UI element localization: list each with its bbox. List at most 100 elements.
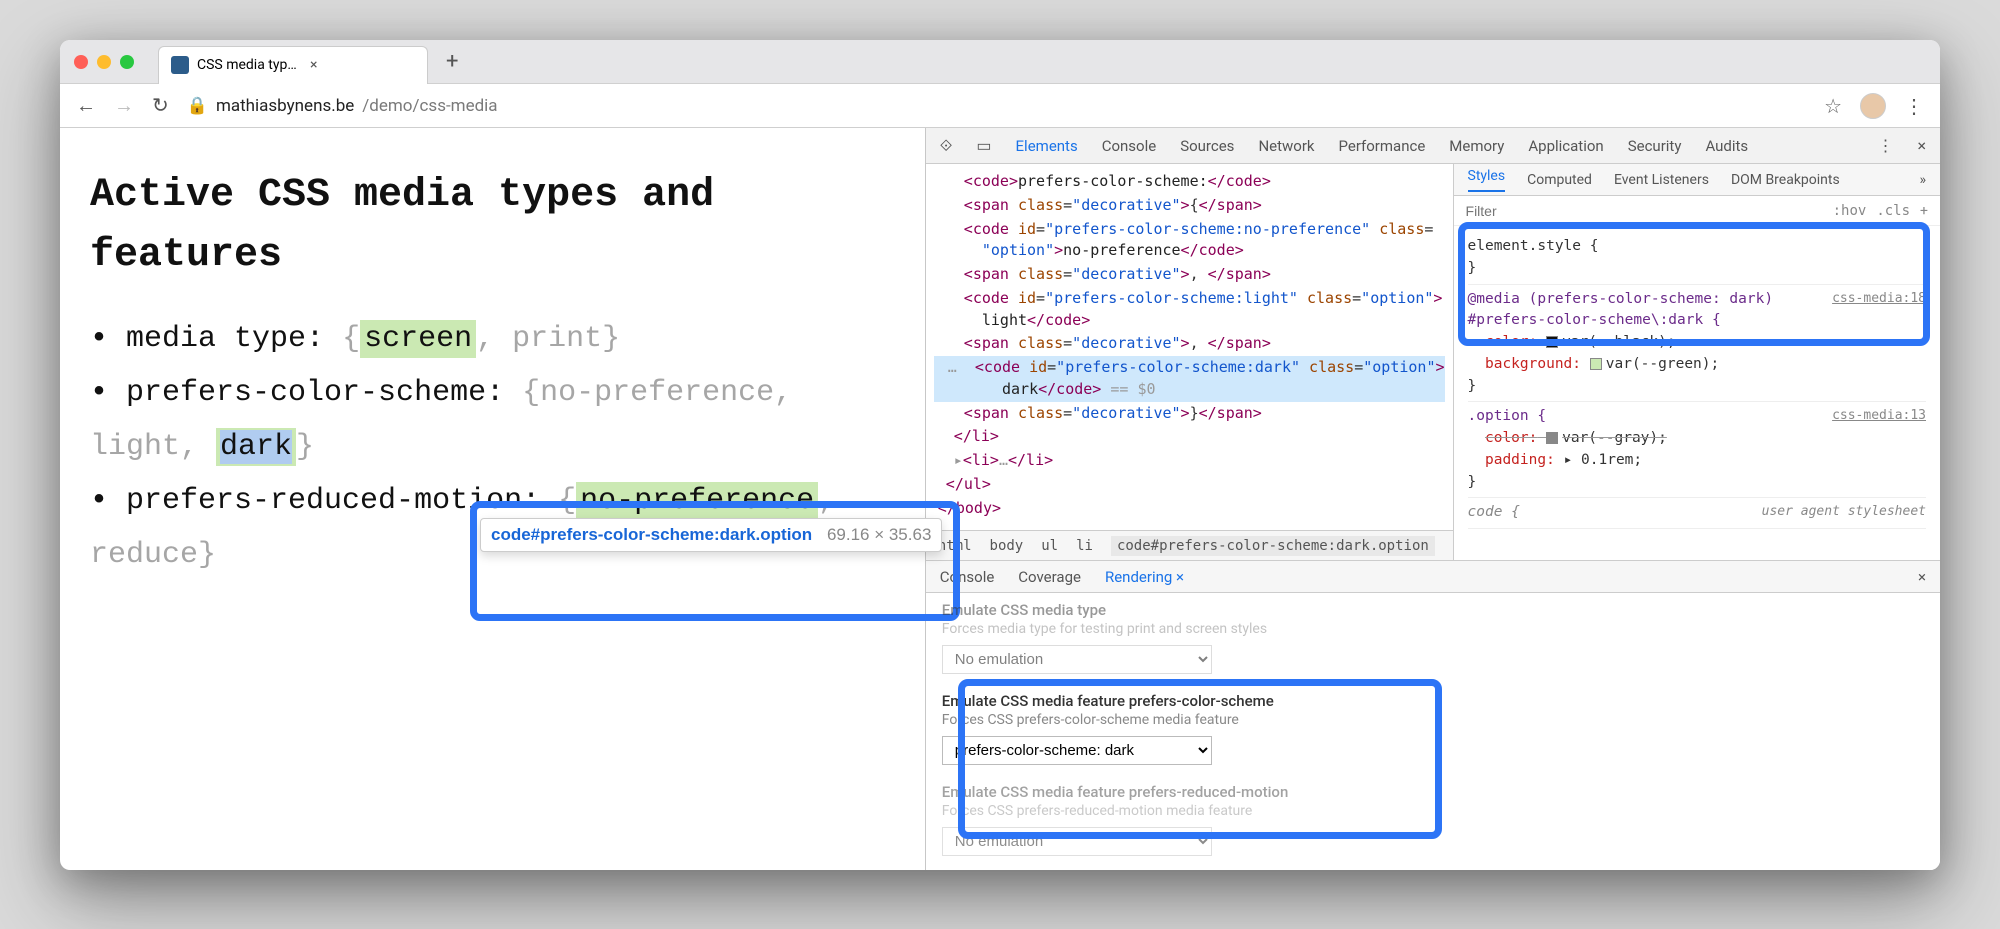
dom-node-selected[interactable]: … <code id="prefers-color-scheme:dark" c… (934, 356, 1445, 402)
media-query: @media (prefers-color-scheme: dark) (1468, 291, 1774, 307)
prefers-color-scheme-label: prefers-color-scheme: (126, 376, 504, 410)
emulate-pcs-title: Emulate CSS media feature prefers-color-… (942, 692, 1924, 710)
new-tab-button[interactable]: + (446, 49, 458, 74)
lock-icon: 🔒 (187, 96, 208, 116)
drawer-tab-rendering[interactable]: Rendering × (1105, 568, 1184, 586)
css-prop: color: (1485, 334, 1537, 350)
drawer-tab-coverage[interactable]: Coverage (1018, 568, 1081, 586)
drawer-close-icon[interactable]: × (1918, 568, 1926, 586)
pcs-dark: dark (216, 428, 296, 466)
tooltip-dimensions: 69.16 × 35.63 (827, 525, 931, 544)
css-prop: padding: (1485, 452, 1555, 468)
css-rules[interactable]: element.style {} css-media:18 @media (pr… (1454, 226, 1940, 560)
css-selector: #prefers-color-scheme\:dark { (1468, 312, 1721, 328)
css-value: ▸ 0.1rem; (1564, 452, 1643, 468)
tooltip-selector: code#prefers-color-scheme:dark.option (491, 525, 812, 544)
css-prop: background: (1485, 356, 1581, 372)
url-host: mathiasbynens.be (216, 96, 354, 116)
pcs-no-preference: no-preference (540, 376, 774, 410)
devtools-menu-icon[interactable]: ⋮ (1877, 136, 1893, 155)
traffic-lights (74, 55, 134, 69)
cls-toggle[interactable]: .cls (1876, 203, 1910, 219)
web-page: Active CSS media types and features medi… (60, 128, 925, 870)
tab-performance[interactable]: Performance (1339, 137, 1426, 155)
tab-console[interactable]: Console (1102, 137, 1157, 155)
devtools: ⟐ ▭ Elements Console Sources Network Per… (925, 128, 1940, 870)
css-selector: code { (1468, 504, 1520, 520)
media-type-label: media type: (126, 322, 324, 356)
rule-source[interactable]: css-media:13 (1832, 406, 1926, 426)
dom-node[interactable]: </body> (934, 497, 1445, 521)
emulate-media-type-select[interactable]: No emulation (942, 645, 1212, 674)
tab-sources[interactable]: Sources (1180, 137, 1234, 155)
inspect-icon[interactable]: ⟐ (940, 136, 953, 156)
element-style-label: element.style { (1468, 238, 1599, 254)
bookmark-icon[interactable]: ☆ (1824, 94, 1842, 118)
tab-computed[interactable]: Computed (1527, 172, 1592, 188)
address-bar[interactable]: 🔒 mathiasbynens.be/demo/css-media (187, 96, 1806, 116)
crumb[interactable]: ul (1041, 538, 1058, 554)
dom-node[interactable]: </li> (934, 425, 1445, 449)
zoom-window-button[interactable] (120, 55, 134, 69)
close-tab-icon[interactable]: × (310, 57, 415, 73)
dom-node[interactable]: <span class="decorative">{</span> (934, 194, 1445, 218)
tab-elements[interactable]: Elements (1016, 137, 1078, 155)
dom-node[interactable]: </ul> (934, 473, 1445, 497)
dom-node[interactable]: <span class="decorative">, </span> (934, 332, 1445, 356)
dom-node[interactable]: <code>prefers-color-scheme:</code> (934, 170, 1445, 194)
dom-node[interactable]: <code id="prefers-color-scheme:no-prefer… (934, 218, 1445, 264)
content-area: Active CSS media types and features medi… (60, 128, 1940, 870)
tab-security[interactable]: Security (1628, 137, 1682, 155)
reload-button[interactable]: ↻ (152, 93, 169, 118)
back-button[interactable]: ← (76, 93, 96, 118)
forward-button[interactable]: → (114, 93, 134, 118)
styles-filter-input[interactable] (1466, 203, 1823, 219)
device-toggle-icon[interactable]: ▭ (976, 136, 991, 155)
drawer-tab-console[interactable]: Console (940, 568, 995, 586)
browser-window: CSS media types and features × + ← → ↻ 🔒… (60, 40, 1940, 870)
tab-title: CSS media types and features (197, 57, 302, 73)
toolbar: ← → ↻ 🔒 mathiasbynens.be/demo/css-media … (60, 84, 1940, 128)
tab-network[interactable]: Network (1258, 137, 1314, 155)
crumb[interactable]: li (1076, 538, 1093, 554)
emulate-media-type-title: Emulate CSS media type (942, 601, 1924, 619)
breadcrumbs[interactable]: html body ul li code#prefers-color-schem… (926, 530, 1453, 560)
crumb-active[interactable]: code#prefers-color-scheme:dark.option (1111, 536, 1435, 556)
media-type-print: print (512, 322, 602, 356)
drawer-tabs: Console Coverage Rendering × × (926, 561, 1940, 593)
tab-styles[interactable]: Styles (1468, 168, 1506, 192)
elements-panel: <code>prefers-color-scheme:</code> <span… (926, 164, 1454, 560)
crumb[interactable]: body (990, 538, 1024, 554)
dom-node[interactable]: <code id="prefers-color-scheme:light" cl… (934, 287, 1445, 333)
emulate-pcs-select[interactable]: prefers-color-scheme: dark (942, 736, 1212, 765)
devtools-close-icon[interactable]: × (1917, 136, 1926, 155)
crumb[interactable]: html (938, 538, 972, 554)
tab-event-listeners[interactable]: Event Listeners (1614, 172, 1709, 188)
minimize-window-button[interactable] (97, 55, 111, 69)
dom-node[interactable]: <span class="decorative">}</span> (934, 402, 1445, 426)
dom-node[interactable]: ▸<li>…</li> (934, 449, 1445, 473)
prm-no-preference: no-preference (576, 482, 818, 520)
tab-memory[interactable]: Memory (1449, 137, 1504, 155)
add-rule-icon[interactable]: + (1920, 203, 1928, 219)
close-rendering-icon[interactable]: × (1176, 568, 1184, 586)
hov-toggle[interactable]: :hov (1833, 203, 1867, 219)
overflow-icon[interactable]: » (1919, 172, 1926, 188)
browser-menu-icon[interactable]: ⋮ (1904, 94, 1924, 118)
css-value: var(--green); (1606, 356, 1720, 372)
list-item: media type: {screen, print} (90, 312, 895, 366)
element-tooltip: code#prefers-color-scheme:dark.option 69… (480, 518, 942, 552)
browser-tab[interactable]: CSS media types and features × (158, 46, 428, 84)
close-window-button[interactable] (74, 55, 88, 69)
tab-application[interactable]: Application (1528, 137, 1603, 155)
emulate-prm-select[interactable]: No emulation (942, 827, 1212, 856)
profile-avatar[interactable] (1860, 93, 1886, 119)
tab-audits[interactable]: Audits (1705, 137, 1748, 155)
rule-source[interactable]: css-media:18 (1832, 289, 1926, 309)
emulate-prm-sub: Forces CSS prefers-reduced-motion media … (942, 803, 1924, 819)
dom-tree[interactable]: <code>prefers-color-scheme:</code> <span… (926, 164, 1453, 530)
devtools-drawer: Console Coverage Rendering × × Emulate C… (926, 560, 1940, 870)
css-value: var(--black); (1562, 334, 1676, 350)
dom-node[interactable]: <span class="decorative">, </span> (934, 263, 1445, 287)
tab-dom-breakpoints[interactable]: DOM Breakpoints (1731, 172, 1840, 188)
